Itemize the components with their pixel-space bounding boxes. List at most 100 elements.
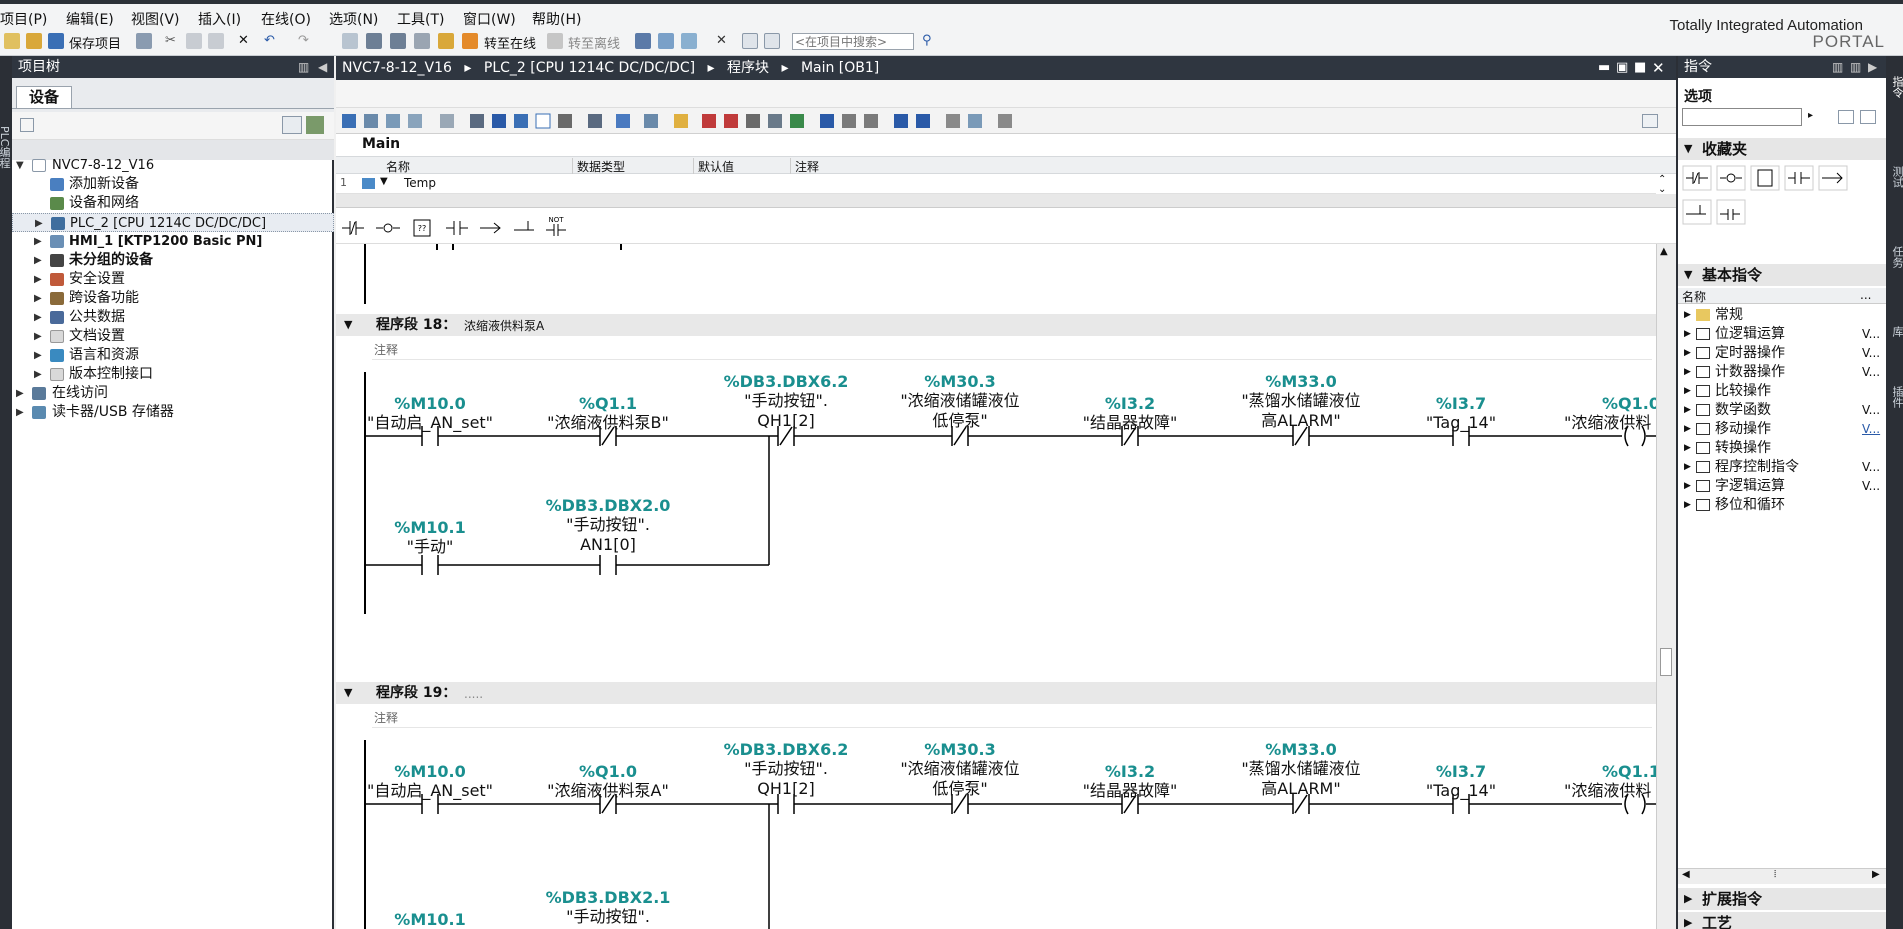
tree-item-security[interactable]: ▶ 安全设置 — [12, 270, 334, 289]
coil-icon[interactable] — [376, 223, 400, 233]
collapsed-arrow-icon[interactable]: ▶ — [1684, 888, 1692, 910]
split-vertical-icon[interactable] — [764, 33, 780, 49]
editor-toolbar-icons[interactable] — [340, 112, 1060, 130]
contact-tag[interactable]: "蒸馏水储罐液位 — [1211, 390, 1391, 412]
contact-tag-line2[interactable]: 高ALARM" — [1211, 778, 1391, 800]
close-editor-icon[interactable]: ✕ — [1652, 56, 1665, 80]
start-cpu-icon[interactable] — [658, 33, 674, 49]
no-contact-icon[interactable] — [342, 221, 364, 235]
tree-item-doc-settings[interactable]: ▶ 文档设置 — [12, 327, 334, 346]
paste-icon[interactable] — [208, 33, 224, 49]
instr-general[interactable]: ▶ 常规 — [1678, 306, 1888, 325]
side-tab-libraries[interactable]: 库 — [1889, 326, 1903, 337]
layout-toggle-icon[interactable] — [1642, 114, 1658, 128]
instr-conversion[interactable]: ▶ 转换操作 — [1678, 439, 1888, 458]
contact-tag[interactable]: "手动按钮". — [528, 906, 688, 928]
instr-word-logic[interactable]: ▶ 字逻辑运算 V... — [1678, 477, 1888, 496]
collapsed-arrow-icon[interactable]: ▶ — [35, 214, 45, 233]
scroll-left-icon[interactable]: ◀ — [1682, 869, 1690, 880]
contact-tag[interactable]: "手动" — [350, 536, 510, 558]
overview-icon[interactable] — [20, 118, 34, 132]
menu-view[interactable]: 视图(V) — [131, 9, 180, 29]
collapse-network-icon[interactable]: ▼ — [344, 682, 352, 704]
instr-comparator[interactable]: ▶ 比较操作 — [1678, 382, 1888, 401]
scroll-up-arrow-icon[interactable]: ▲ — [1660, 246, 1668, 257]
interface-row[interactable]: 1 ▼ Temp — [336, 174, 1656, 194]
instr-move[interactable]: ▶ 移动操作 V... — [1678, 420, 1888, 439]
menu-insert[interactable]: 插入(I) — [198, 9, 241, 29]
contact-tag-member[interactable]: QH1[2] — [706, 410, 866, 432]
extended-instructions-header[interactable]: ▶ 扩展指令 — [1678, 888, 1888, 910]
instr-counters[interactable]: ▶ 计数器操作 V... — [1678, 363, 1888, 382]
float-editor-icon[interactable]: ▣ — [1616, 56, 1628, 80]
upload-icon[interactable] — [390, 33, 406, 49]
tab-devices[interactable]: 设备 — [16, 86, 72, 108]
collapsed-arrow-icon[interactable]: ▶ — [1684, 344, 1691, 363]
contact-address[interactable]: %DB3.DBX2.1 — [538, 888, 678, 907]
menu-project[interactable]: 项目(P) — [0, 9, 47, 29]
collapse-network-icon[interactable]: ▼ — [344, 314, 352, 336]
contact-address[interactable]: %M10.1 — [380, 518, 480, 537]
tree-item-online-access[interactable]: ▶ 在线访问 — [12, 384, 334, 403]
scroll-thumb[interactable] — [1660, 648, 1672, 676]
menu-online[interactable]: 在线(O) — [261, 9, 311, 29]
go-offline-icon[interactable] — [547, 33, 563, 49]
delete-icon[interactable]: ✕ — [238, 33, 249, 48]
contact-tag-line2[interactable]: 低停泵" — [880, 778, 1040, 800]
collapsed-arrow-icon[interactable]: ▶ — [1684, 439, 1691, 458]
menu-options[interactable]: 选项(N) — [329, 9, 378, 29]
contact-tag[interactable]: "自动启_AN_set" — [350, 780, 510, 802]
contact-address[interactable]: %I3.7 — [1411, 394, 1511, 413]
network-18-header[interactable]: ▼ 程序段 18： 浓缩液供料泵A — [336, 314, 1656, 336]
contact-address[interactable]: %I3.7 — [1411, 762, 1511, 781]
tree-item-project-root[interactable]: ▼ NVC7-8-12_V16 — [12, 156, 334, 175]
split-horizontal-icon[interactable] — [742, 33, 758, 49]
instructions-hscrollbar[interactable]: ◀ ⦙ ▶ — [1678, 868, 1888, 884]
collapse-panel-icon[interactable]: ▶ — [1868, 56, 1877, 78]
tree-item-ungrouped-devices[interactable]: ▶ 未分组的设备 — [12, 251, 334, 270]
collapse-panel-icon[interactable]: ◀ — [318, 56, 327, 78]
editor-scrollbar[interactable]: ▲ — [1656, 244, 1676, 929]
contact-tag[interactable]: "结晶器故障" — [1050, 412, 1210, 434]
go-offline-button[interactable]: 转至离线 — [568, 33, 620, 52]
instr-bit-logic[interactable]: ▶ 位逻辑运算 V... — [1678, 325, 1888, 344]
save-icon[interactable] — [48, 33, 64, 49]
instr-program-control[interactable]: ▶ 程序控制指令 V... — [1678, 458, 1888, 477]
search-arrow-icon[interactable]: ▸ — [1808, 110, 1813, 121]
expand-arrow-icon[interactable]: ▼ — [380, 176, 388, 187]
contact-address[interactable]: %M30.3 — [910, 372, 1010, 391]
collapsed-arrow-icon[interactable]: ▶ — [34, 232, 44, 251]
save-project-button[interactable]: 保存项目 — [69, 33, 121, 52]
splitter[interactable] — [336, 194, 1676, 208]
collapsed-arrow-icon[interactable]: ▶ — [34, 289, 44, 308]
collapsed-arrow-icon[interactable]: ▶ — [16, 384, 26, 403]
print-icon[interactable] — [136, 33, 152, 49]
panel-layout-icon[interactable]: ▥ — [1832, 56, 1843, 78]
instruction-search-input[interactable] — [1682, 108, 1802, 126]
contact-address[interactable]: %I3.2 — [1080, 762, 1180, 781]
collapsed-arrow-icon[interactable]: ▶ — [34, 251, 44, 270]
collapsed-arrow-icon[interactable]: ▶ — [16, 403, 26, 422]
network-19-header[interactable]: ▼ 程序段 19： ..... — [336, 682, 1656, 704]
collapsed-arrow-icon[interactable]: ▶ — [1684, 458, 1691, 477]
contact-tag[interactable]: "浓缩液储罐液位 — [880, 390, 1040, 412]
technology-header[interactable]: ▶ 工艺 — [1678, 912, 1888, 929]
panel-layout-icon[interactable]: ▥ — [298, 56, 309, 78]
breadcrumb-main[interactable]: Main [OB1] — [801, 60, 879, 76]
view-mode-icon[interactable] — [1838, 110, 1854, 124]
not-contact-icon[interactable]: NOT — [546, 216, 566, 236]
contact-tag[interactable]: "浓缩液储罐液位 — [880, 758, 1040, 780]
tree-item-common-data[interactable]: ▶ 公共数据 — [12, 308, 334, 327]
tree-item-version-control[interactable]: ▶ 版本控制接口 — [12, 365, 334, 384]
favorites-icons[interactable] — [1682, 164, 1882, 238]
collapsed-arrow-icon[interactable]: ▶ — [34, 327, 44, 346]
contact-address[interactable]: %M30.3 — [910, 740, 1010, 759]
contact-tag[interactable]: "浓缩液供料泵A" — [528, 780, 688, 802]
coil-address[interactable]: %Q1.0 — [1602, 394, 1656, 413]
simulation-icon[interactable] — [414, 33, 430, 49]
compile-icon[interactable] — [342, 33, 358, 49]
ladder-editor[interactable]: ▼ 程序段 18： 浓缩液供料泵A 注释 %M10.0 "自动启_AN_set"… — [336, 244, 1656, 929]
coil-address[interactable]: %Q1.1 — [1602, 762, 1656, 781]
favorites-header[interactable]: ▼ 收藏夹 — [1678, 138, 1888, 160]
contact-tag[interactable]: "Tag_14" — [1381, 780, 1541, 802]
